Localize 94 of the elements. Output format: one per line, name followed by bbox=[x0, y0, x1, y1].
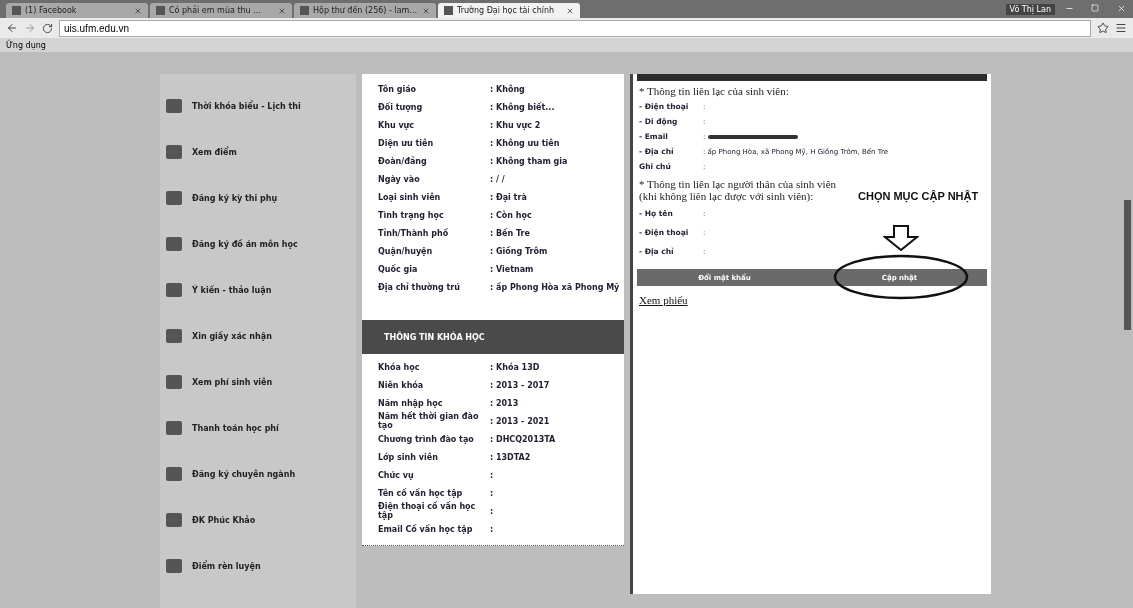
close-icon[interactable] bbox=[134, 6, 142, 15]
menu-item-icon bbox=[166, 559, 182, 573]
bookmark-link[interactable]: Ứng dụng bbox=[6, 40, 46, 50]
sidebar-item[interactable]: Điểm rèn luyện bbox=[160, 556, 356, 576]
field-value: : bbox=[490, 470, 495, 480]
maximize-icon[interactable] bbox=[1091, 4, 1099, 12]
section-heading: * Thông tin liên lạc của sinh viên: bbox=[638, 84, 790, 99]
sidebar-item[interactable]: Xin giấy xác nhận bbox=[160, 326, 356, 346]
field-value: : bbox=[490, 524, 495, 534]
field-value: : Còn học bbox=[490, 210, 533, 220]
field-label: Tình trạng học bbox=[378, 210, 445, 220]
down-arrow-icon bbox=[883, 225, 919, 251]
field-value: : Giồng Trôm bbox=[490, 246, 549, 256]
field-label: Diện ưu tiên bbox=[378, 138, 435, 148]
menu-item-icon bbox=[166, 99, 182, 113]
browser-tab[interactable]: Có phải em mùa thu ... bbox=[150, 3, 292, 18]
menu-item-icon bbox=[166, 237, 182, 251]
field-label: Khóa học bbox=[378, 362, 421, 372]
field-label: Loại sinh viên bbox=[378, 192, 442, 202]
field-value: : Không ưu tiên bbox=[490, 138, 561, 148]
annotation-text: CHỌN MỤC CẬP NHẬT bbox=[858, 190, 979, 204]
favicon-icon bbox=[444, 6, 453, 15]
favicon-icon bbox=[156, 6, 165, 15]
field-value: : Đại trà bbox=[490, 192, 528, 202]
field-value: : 2013 - 2017 bbox=[490, 380, 551, 390]
field-value: : Không biết... bbox=[490, 102, 556, 112]
star-icon[interactable] bbox=[1097, 22, 1109, 34]
sidebar-item[interactable]: Đăng ký đồ án môn học bbox=[160, 234, 356, 254]
field-label: Chức vụ bbox=[378, 470, 415, 480]
menu-item-icon bbox=[166, 283, 182, 297]
close-icon[interactable] bbox=[566, 6, 574, 15]
sidebar-item[interactable]: ĐK Phúc Khảo bbox=[160, 510, 356, 530]
field-value: : Không tham gia bbox=[490, 156, 569, 166]
field-label: Tôn giáo bbox=[378, 84, 418, 94]
sidebar-item[interactable]: Đăng ký chuyên ngành bbox=[160, 464, 356, 484]
field-value: : Khu vực 2 bbox=[490, 120, 542, 130]
field-value: : Vietnam bbox=[490, 264, 535, 274]
field-label: Email Cố vấn học tập bbox=[378, 524, 474, 534]
field-value: : DHCQ2013TA bbox=[490, 434, 557, 444]
sidebar-item[interactable]: Thời khóa biểu - Lịch thi bbox=[160, 96, 356, 116]
field-value: : Bến Tre bbox=[490, 228, 531, 238]
field-label: Khu vực bbox=[378, 120, 416, 130]
field-value: : Khóa 13D bbox=[490, 362, 541, 372]
field-label: Tên cố vấn học tập bbox=[378, 488, 464, 498]
close-icon[interactable] bbox=[278, 6, 286, 15]
back-icon[interactable] bbox=[6, 22, 18, 34]
field-label: Lớp sinh viên bbox=[378, 452, 439, 462]
address-field[interactable]: uis.ufm.edu.vn bbox=[59, 19, 1091, 37]
favicon-icon bbox=[12, 6, 21, 15]
field-value: : 13DTA2 bbox=[490, 452, 532, 462]
section-header: THÔNG TIN KHÓA HỌC bbox=[362, 320, 624, 354]
field-label: Đoàn/đảng bbox=[378, 156, 428, 166]
field-label: Quốc gia bbox=[378, 264, 419, 274]
menu-item-icon bbox=[166, 467, 182, 481]
field-label: Năm hết thời gian đào tạo bbox=[378, 412, 480, 430]
field-value: : bbox=[490, 506, 495, 516]
field-label: Điện thoại cố vấn học tập bbox=[378, 502, 477, 520]
sidebar-item[interactable]: Xem phí sinh viên bbox=[160, 372, 356, 392]
field-value: : 2013 bbox=[490, 398, 520, 408]
field-value: : / / bbox=[490, 174, 506, 184]
close-icon[interactable] bbox=[1116, 3, 1126, 13]
sidebar-item[interactable]: Xem điểm bbox=[160, 142, 356, 162]
field-label: Tỉnh/Thành phố bbox=[378, 228, 450, 238]
field-value: : 2013 - 2021 bbox=[490, 416, 551, 426]
field-label: Năm nhập học bbox=[378, 398, 444, 408]
field-label: Niên khóa bbox=[378, 380, 425, 390]
reload-icon[interactable] bbox=[42, 22, 53, 34]
sidebar-item[interactable]: Thanh toán học phí bbox=[160, 418, 356, 438]
close-icon[interactable] bbox=[422, 6, 430, 15]
scrollbar[interactable] bbox=[1124, 200, 1131, 330]
menu-item-icon bbox=[166, 191, 182, 205]
browser-tab[interactable]: Hộp thư đến (256) - lam... bbox=[294, 3, 436, 18]
menu-item-icon bbox=[166, 421, 182, 435]
menu-item-icon bbox=[166, 329, 182, 343]
field-label: Chương trình đào tạo bbox=[378, 434, 475, 444]
field-value: : Không bbox=[490, 84, 526, 94]
view-form-link[interactable]: Xem phiếu bbox=[633, 286, 991, 314]
field-label: Quận/huyện bbox=[378, 246, 434, 256]
field-label: Ngày vào bbox=[378, 174, 421, 184]
field-value: : ấp Phong Hòa xã Phong Mỹ bbox=[490, 282, 621, 292]
field-value: : bbox=[490, 488, 495, 498]
menu-item-icon bbox=[166, 513, 182, 527]
browser-tab[interactable]: (1) Facebook bbox=[6, 3, 148, 18]
sidebar-item[interactable]: Đăng ký kỳ thi phụ bbox=[160, 188, 356, 208]
user-badge[interactable]: Võ Thị Lan bbox=[1005, 3, 1055, 15]
field-label: Đối tượng bbox=[378, 102, 424, 112]
sidebar-item[interactable]: Ý kiến - thảo luận bbox=[160, 280, 356, 300]
section-heading: * Thông tin liên lạc người thân của sinh viên (khi không liên lạc được với sinh viên): bbox=[638, 177, 837, 204]
favicon-icon bbox=[300, 6, 309, 15]
menu-item-icon bbox=[166, 145, 182, 159]
field-label: Địa chỉ thường trú bbox=[378, 282, 461, 292]
browser-tab[interactable]: Trường Đại học tài chính bbox=[438, 3, 580, 18]
menu-icon[interactable] bbox=[1115, 22, 1127, 34]
menu-item-icon bbox=[166, 375, 182, 389]
